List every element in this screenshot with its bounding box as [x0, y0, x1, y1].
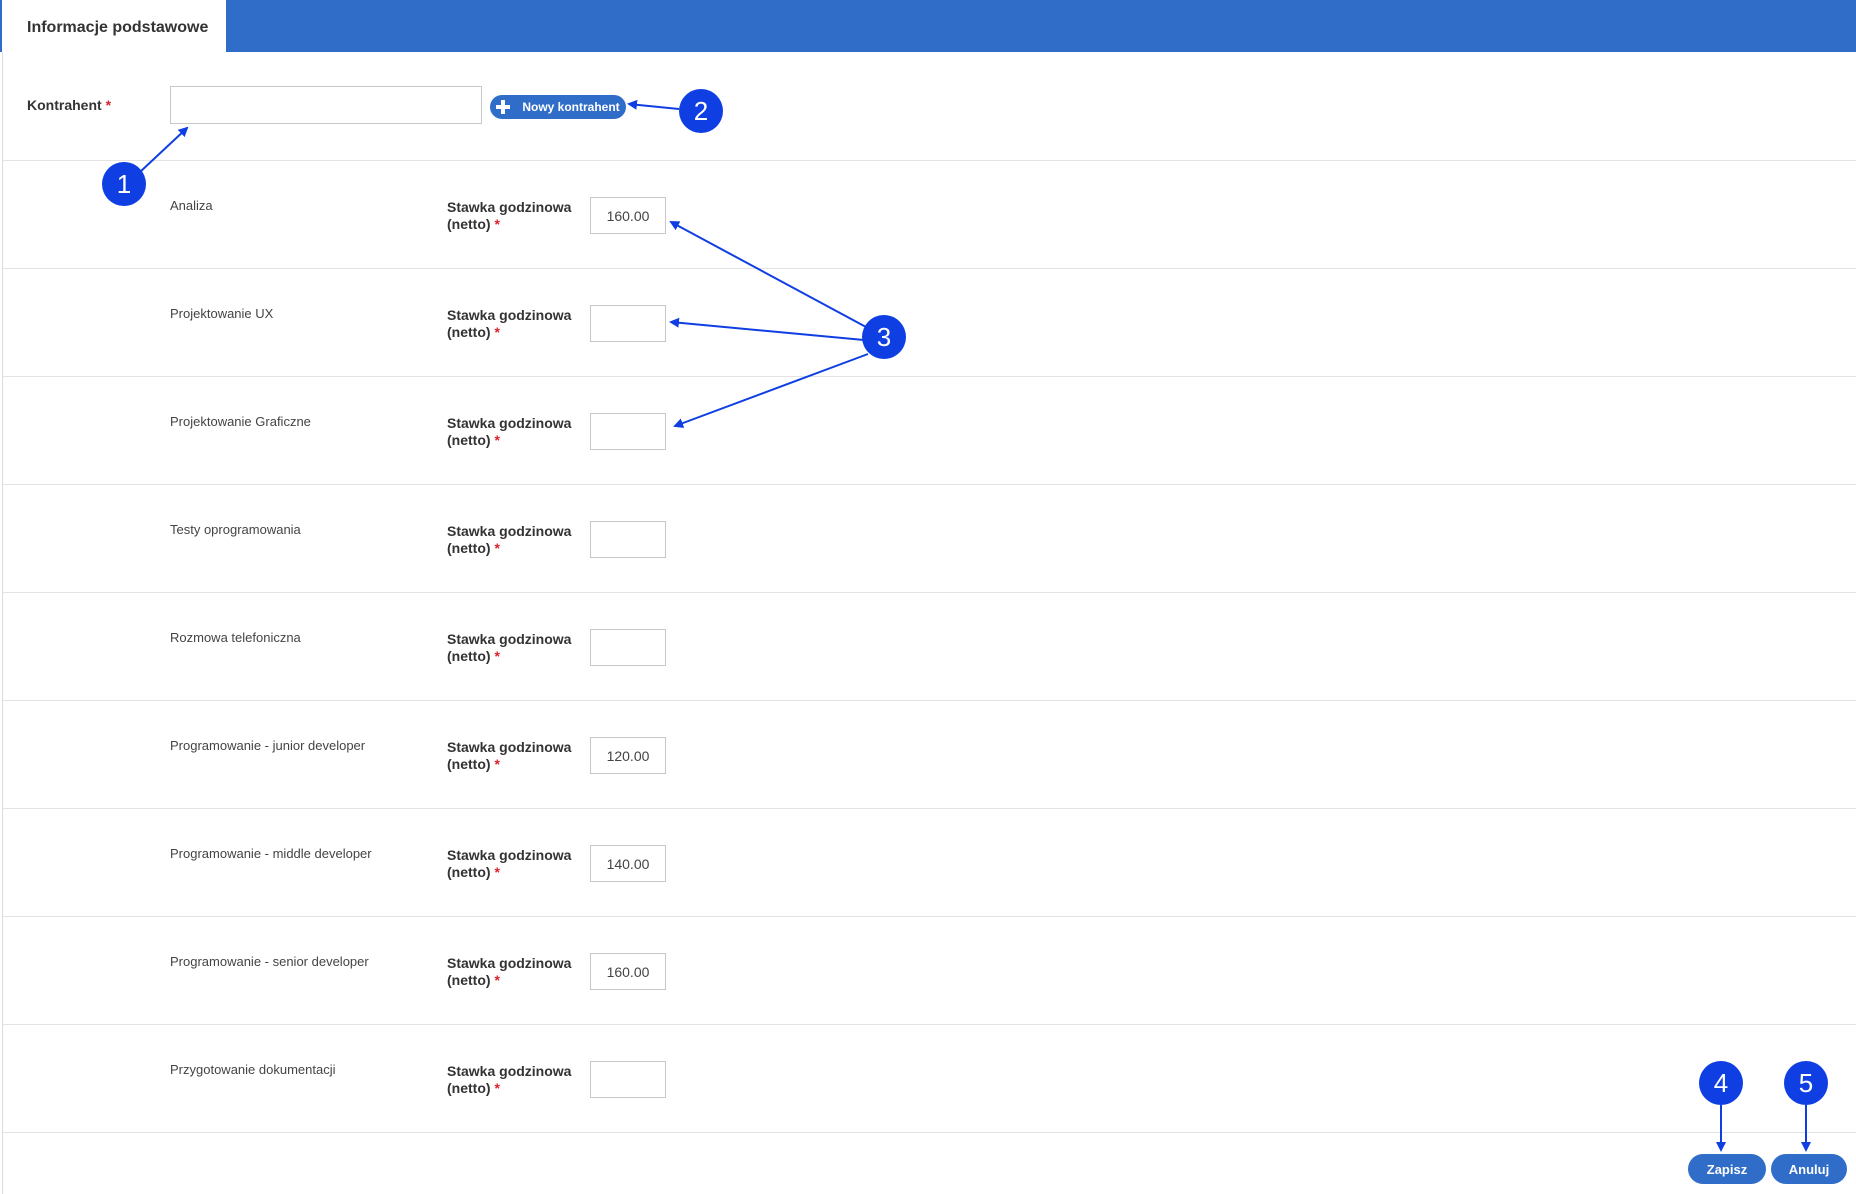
- cancel-button[interactable]: Anuluj: [1771, 1154, 1847, 1184]
- divider: [2, 1132, 1856, 1133]
- service-name: Analiza: [170, 198, 213, 213]
- rate-label: Stawka godzinowa (netto) *: [447, 955, 571, 989]
- service-name: Projektowanie UX: [170, 306, 274, 321]
- rate-label: Stawka godzinowa (netto) *: [447, 631, 571, 665]
- required-mark: *: [494, 540, 500, 556]
- rate-label-line2: (netto): [447, 756, 491, 772]
- arrow-2: [627, 99, 680, 110]
- rate-label-line2: (netto): [447, 216, 491, 232]
- tab-basic-info[interactable]: Informacje podstawowe: [2, 0, 226, 52]
- callout-4: 4: [1699, 1061, 1743, 1105]
- service-name: Testy oprogramowania: [170, 522, 301, 537]
- rate-label: Stawka godzinowa (netto) *: [447, 523, 571, 557]
- rate-label: Stawka godzinowa (netto) *: [447, 415, 571, 449]
- service-name: Programowanie - junior developer: [170, 738, 366, 753]
- service-row: Programowanie - senior developer Stawka g…: [0, 917, 1856, 1025]
- service-name: Programowanie - middle developer: [170, 846, 372, 861]
- callout-2: 2: [679, 89, 723, 133]
- hourly-rate-input[interactable]: [590, 845, 666, 882]
- rate-label-line1: Stawka godzinowa: [447, 739, 572, 755]
- service-row: Przygotowanie dokumentacji Stawka godzino…: [0, 1025, 1856, 1133]
- plus-icon: [496, 100, 511, 114]
- hourly-rate-input[interactable]: [590, 1061, 666, 1098]
- rate-label-line2: (netto): [447, 648, 491, 664]
- callout-3: 3: [862, 315, 906, 359]
- hourly-rate-input[interactable]: [590, 953, 666, 990]
- rate-label: Stawka godzinowa (netto) *: [447, 199, 571, 233]
- kontrahent-label: Kontrahent *: [27, 97, 111, 113]
- service-row: Analiza Stawka godzinowa (netto) *: [0, 161, 1856, 269]
- required-mark: *: [494, 216, 500, 232]
- hourly-rate-input[interactable]: [590, 305, 666, 342]
- required-mark: *: [105, 97, 112, 113]
- service-name: Rozmowa telefoniczna: [170, 630, 301, 645]
- rate-label-line1: Stawka godzinowa: [447, 847, 572, 863]
- hourly-rate-input[interactable]: [590, 737, 666, 774]
- rate-label-line1: Stawka godzinowa: [447, 199, 572, 215]
- service-row: Programowanie - middle developer Stawka g…: [0, 809, 1856, 917]
- callout-1: 1: [102, 162, 146, 206]
- hourly-rate-input[interactable]: [590, 521, 666, 558]
- rate-label-line1: Stawka godzinowa: [447, 1063, 572, 1079]
- hourly-rate-input[interactable]: [590, 197, 666, 234]
- rate-label: Stawka godzinowa (netto) *: [447, 739, 571, 773]
- rate-label-line1: Stawka godzinowa: [447, 415, 572, 431]
- page: Informacje podstawowe Kontrahent * Nowy …: [0, 0, 1856, 1194]
- required-mark: *: [494, 1080, 500, 1096]
- required-mark: *: [494, 648, 500, 664]
- service-row: Programowanie - junior developer Stawka g…: [0, 701, 1856, 809]
- service-row: Testy oprogramowania Stawka godzinowa (net…: [0, 485, 1856, 593]
- required-mark: *: [494, 324, 500, 340]
- required-mark: *: [494, 972, 500, 988]
- service-name: Projektowanie Graficzne: [170, 414, 311, 429]
- new-kontrahent-label: Nowy kontrahent: [522, 100, 620, 114]
- top-bar: [0, 0, 1856, 52]
- service-row: Projektowanie Graficzne Stawka godzinowa(…: [0, 377, 1856, 485]
- service-row: Rozmowa telefoniczna Stawka godzinowa (net…: [0, 593, 1856, 701]
- hourly-rate-input[interactable]: [590, 629, 666, 666]
- hourly-rate-input[interactable]: [590, 413, 666, 450]
- rate-label: Stawka godzinowa (netto) *: [447, 1063, 571, 1097]
- rate-label-line2: (netto): [447, 972, 491, 988]
- new-kontrahent-button[interactable]: Nowy kontrahent: [490, 95, 626, 119]
- service-name: Programowanie - senior developer: [170, 954, 369, 969]
- rate-label-line2: (netto): [447, 1080, 491, 1096]
- rate-label-line1: Stawka godzinowa: [447, 307, 572, 323]
- save-button[interactable]: Zapisz: [1688, 1154, 1766, 1184]
- required-mark: *: [494, 864, 500, 880]
- rate-label-line1: Stawka godzinowa: [447, 955, 572, 971]
- rate-label-line2: (netto): [447, 540, 491, 556]
- service-name: Przygotowanie dokumentacji: [170, 1062, 336, 1077]
- kontrahent-input[interactable]: [170, 86, 482, 124]
- rate-label-line2: (netto): [447, 324, 491, 340]
- rate-label-line1: Stawka godzinowa: [447, 631, 572, 647]
- rate-label-line2: (netto): [447, 864, 491, 880]
- rate-label-line2: (netto): [447, 432, 491, 448]
- service-row: Projektowanie UX Stawka godzinowa (netto) …: [0, 269, 1856, 377]
- rate-label: Stawka godzinowa (netto) *: [447, 307, 571, 341]
- callout-5: 5: [1784, 1061, 1828, 1105]
- rate-label: Stawka godzinowa (netto) *: [447, 847, 571, 881]
- required-mark: *: [494, 432, 500, 448]
- kontrahent-label-text: Kontrahent: [27, 97, 102, 113]
- rate-label-line1: Stawka godzinowa: [447, 523, 572, 539]
- required-mark: *: [494, 756, 500, 772]
